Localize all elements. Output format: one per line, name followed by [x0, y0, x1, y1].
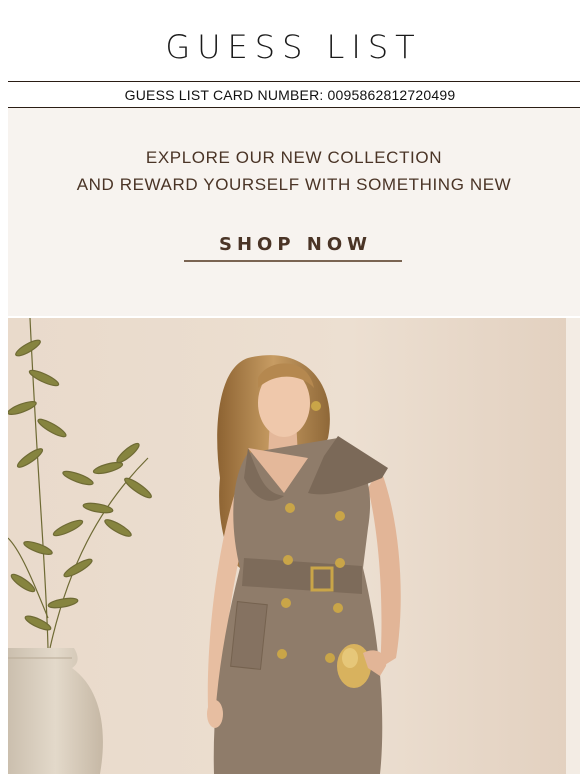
hero-image[interactable]: [8, 318, 580, 774]
promo-banner: EXPLORE OUR NEW COLLECTION AND REWARD YO…: [8, 108, 580, 316]
shop-now-button[interactable]: SHOP NOW: [184, 226, 402, 262]
email-header: GUESS LIST: [0, 0, 580, 82]
promo-headline-line-1: EXPLORE OUR NEW COLLECTION: [145, 148, 443, 167]
promo-headline-line-2: AND REWARD YOURSELF WITH SOMETHING NEW: [76, 175, 512, 194]
card-number-text: GUESS LIST CARD NUMBER: 0095862812720499: [124, 87, 456, 103]
brand-logo[interactable]: GUESS LIST: [158, 28, 421, 66]
shop-now-underline: [184, 260, 402, 262]
hero-illustration: [8, 318, 580, 774]
header-divider-top: [8, 81, 580, 82]
